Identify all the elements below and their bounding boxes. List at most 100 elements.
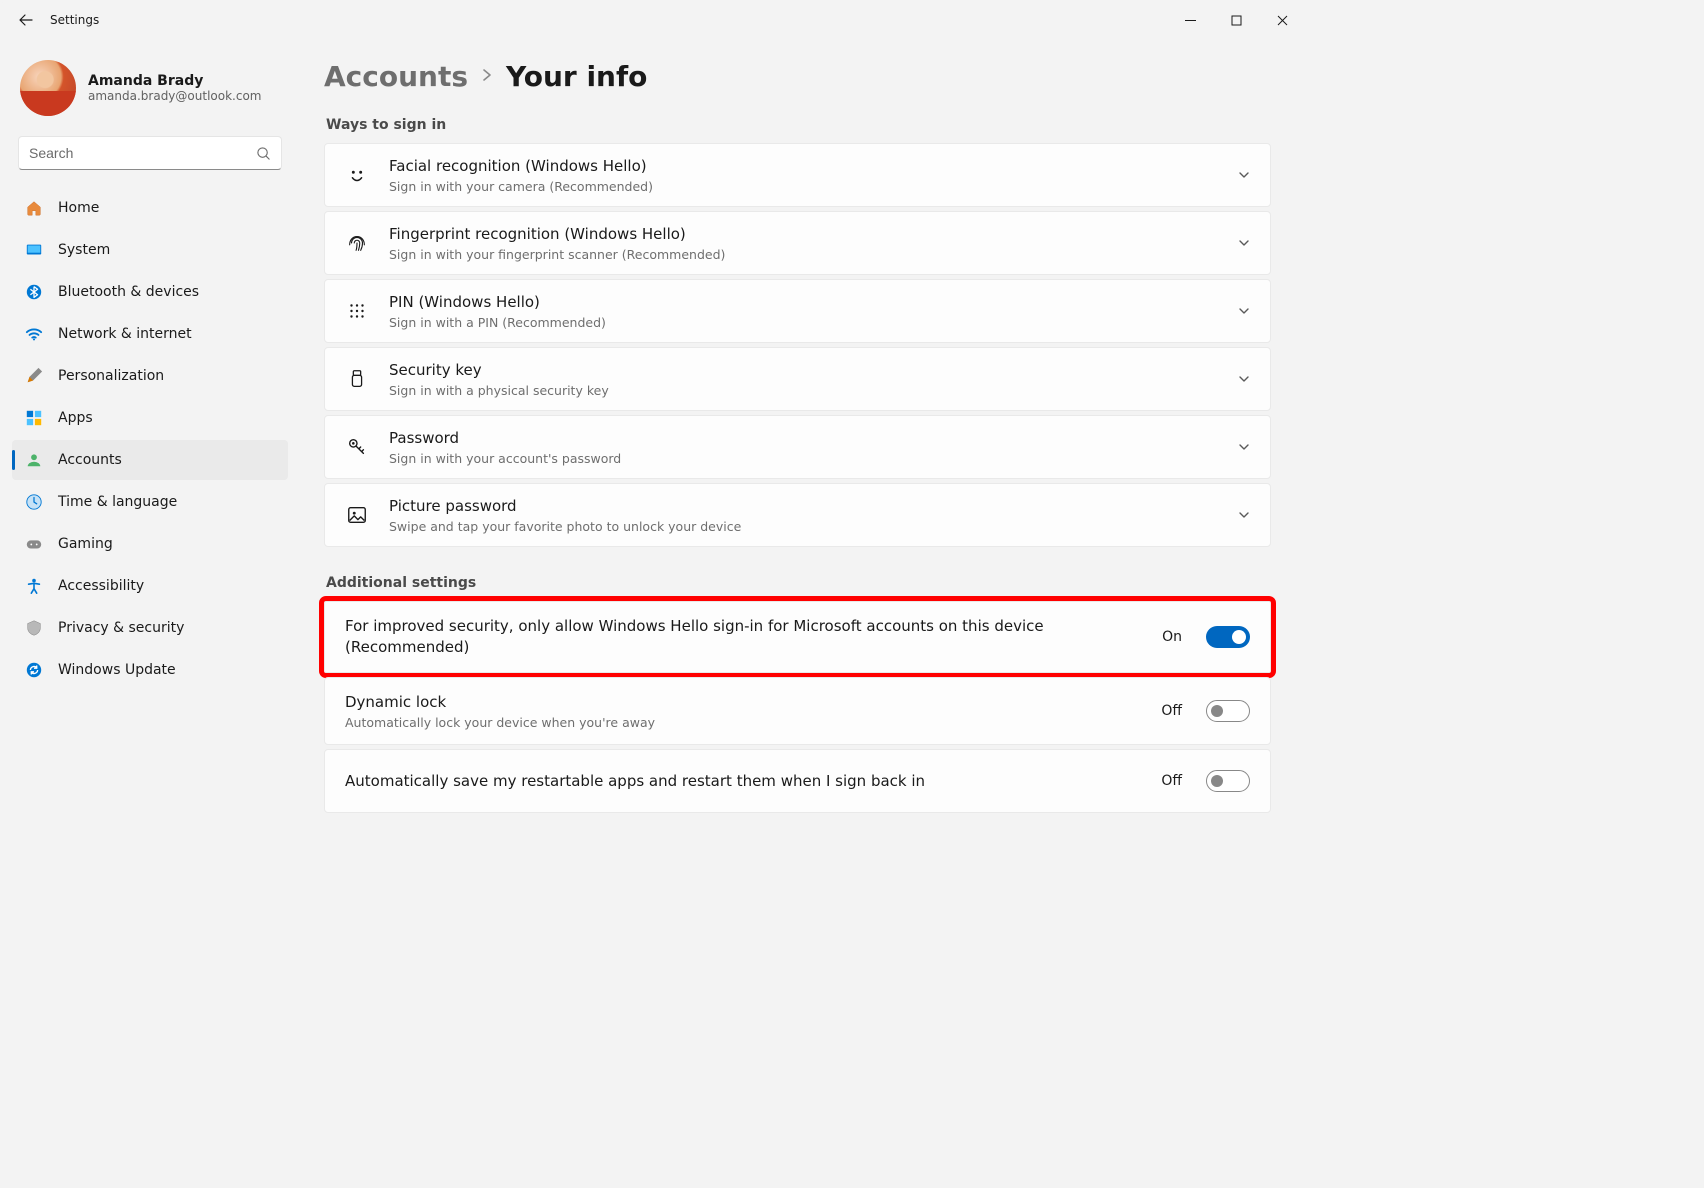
card-sub: Sign in with your account's password	[389, 451, 1220, 466]
toggle-hello-only[interactable]	[1206, 626, 1250, 648]
nav-label: Personalization	[58, 368, 164, 384]
home-icon	[24, 198, 44, 218]
arrow-left-icon	[18, 12, 34, 28]
card-title: Password	[389, 428, 1220, 449]
titlebar: Settings	[0, 0, 1311, 40]
nav-label: Network & internet	[58, 326, 192, 342]
nav-network[interactable]: Network & internet	[12, 314, 288, 354]
nav-label: Home	[58, 200, 99, 216]
picture-icon	[343, 501, 371, 529]
nav-personalization[interactable]: Personalization	[12, 356, 288, 396]
toggle-state-label: Off	[1161, 773, 1182, 789]
nav-system[interactable]: System	[12, 230, 288, 270]
card-title: Fingerprint recognition (Windows Hello)	[389, 224, 1220, 245]
maximize-icon	[1231, 15, 1242, 26]
signin-facial[interactable]: Facial recognition (Windows Hello) Sign …	[324, 143, 1271, 207]
maximize-button[interactable]	[1213, 0, 1259, 40]
setting-sub: Automatically lock your device when you'…	[345, 715, 1143, 730]
close-icon	[1277, 15, 1288, 26]
back-button[interactable]	[6, 0, 46, 40]
profile-block[interactable]: Amanda Brady amanda.brady@outlook.com	[8, 46, 292, 130]
card-title: Picture password	[389, 496, 1220, 517]
chevron-down-icon	[1238, 438, 1250, 457]
main-content[interactable]: Accounts Your info Ways to sign in Facia…	[300, 40, 1311, 913]
profile-name: Amanda Brady	[88, 73, 261, 89]
breadcrumb-current: Your info	[506, 60, 647, 93]
nav-label: Apps	[58, 410, 93, 426]
minimize-button[interactable]	[1167, 0, 1213, 40]
nav-privacy[interactable]: Privacy & security	[12, 608, 288, 648]
chevron-right-icon	[482, 67, 492, 86]
nav-home[interactable]: Home	[12, 188, 288, 228]
card-sub: Sign in with a PIN (Recommended)	[389, 315, 1220, 330]
signin-password[interactable]: Password Sign in with your account's pas…	[324, 415, 1271, 479]
face-icon	[343, 161, 371, 189]
accessibility-icon	[24, 576, 44, 596]
breadcrumb: Accounts Your info	[324, 60, 1271, 93]
card-title: Facial recognition (Windows Hello)	[389, 156, 1220, 177]
nav-update[interactable]: Windows Update	[12, 650, 288, 690]
card-title: Security key	[389, 360, 1220, 381]
signin-securitykey[interactable]: Security key Sign in with a physical sec…	[324, 347, 1271, 411]
toggle-autosave-apps[interactable]	[1206, 770, 1250, 792]
minimize-icon	[1185, 15, 1196, 26]
bluetooth-icon	[24, 282, 44, 302]
additional-list: For improved security, only allow Window…	[324, 601, 1271, 813]
nav-label: Time & language	[58, 494, 177, 510]
signin-list: Facial recognition (Windows Hello) Sign …	[324, 143, 1271, 547]
nav-label: Accessibility	[58, 578, 144, 594]
signin-pin[interactable]: PIN (Windows Hello) Sign in with a PIN (…	[324, 279, 1271, 343]
card-sub: Sign in with a physical security key	[389, 383, 1220, 398]
chevron-down-icon	[1238, 234, 1250, 253]
personalization-icon	[24, 366, 44, 386]
search-icon	[256, 146, 271, 161]
profile-email: amanda.brady@outlook.com	[88, 89, 261, 103]
accounts-icon	[24, 450, 44, 470]
toggle-state-label: Off	[1161, 703, 1182, 719]
search-box[interactable]	[18, 136, 282, 170]
setting-title: Automatically save my restartable apps a…	[345, 771, 1143, 792]
search-input[interactable]	[29, 145, 256, 161]
gaming-icon	[24, 534, 44, 554]
chevron-down-icon	[1238, 302, 1250, 321]
setting-title: Dynamic lock	[345, 692, 1143, 713]
settings-window: Settings Amanda Brady amanda.brady@outlo…	[0, 0, 1311, 913]
section-signin-label: Ways to sign in	[326, 117, 1271, 133]
time-icon	[24, 492, 44, 512]
fingerprint-icon	[343, 229, 371, 257]
setting-autosave-apps: Automatically save my restartable apps a…	[324, 749, 1271, 813]
shield-icon	[24, 618, 44, 638]
nav-accessibility[interactable]: Accessibility	[12, 566, 288, 606]
nav-apps[interactable]: Apps	[12, 398, 288, 438]
network-icon	[24, 324, 44, 344]
nav-label: Windows Update	[58, 662, 176, 678]
setting-hello-only: For improved security, only allow Window…	[324, 601, 1271, 673]
nav-label: Bluetooth & devices	[58, 284, 199, 300]
nav-bluetooth[interactable]: Bluetooth & devices	[12, 272, 288, 312]
section-additional-label: Additional settings	[326, 575, 1271, 591]
close-button[interactable]	[1259, 0, 1305, 40]
setting-title: For improved security, only allow Window…	[345, 616, 1144, 658]
setting-dynamic-lock: Dynamic lock Automatically lock your dev…	[324, 677, 1271, 745]
signin-fingerprint[interactable]: Fingerprint recognition (Windows Hello) …	[324, 211, 1271, 275]
avatar	[20, 60, 76, 116]
nav-timelang[interactable]: Time & language	[12, 482, 288, 522]
card-sub: Sign in with your fingerprint scanner (R…	[389, 247, 1220, 262]
pin-icon	[343, 297, 371, 325]
signin-picture[interactable]: Picture password Swipe and tap your favo…	[324, 483, 1271, 547]
nav-gaming[interactable]: Gaming	[12, 524, 288, 564]
sidebar: Amanda Brady amanda.brady@outlook.com Ho…	[0, 40, 300, 913]
nav-accounts[interactable]: Accounts	[12, 440, 288, 480]
card-sub: Swipe and tap your favorite photo to unl…	[389, 519, 1220, 534]
update-icon	[24, 660, 44, 680]
chevron-down-icon	[1238, 166, 1250, 185]
nav-label: Privacy & security	[58, 620, 184, 636]
card-title: PIN (Windows Hello)	[389, 292, 1220, 313]
nav-label: Accounts	[58, 452, 122, 468]
nav: Home System Bluetooth & devices Network …	[8, 188, 292, 690]
toggle-dynamic-lock[interactable]	[1206, 700, 1250, 722]
toggle-state-label: On	[1162, 629, 1182, 645]
system-icon	[24, 240, 44, 260]
window-title: Settings	[50, 13, 99, 27]
breadcrumb-parent[interactable]: Accounts	[324, 60, 468, 93]
